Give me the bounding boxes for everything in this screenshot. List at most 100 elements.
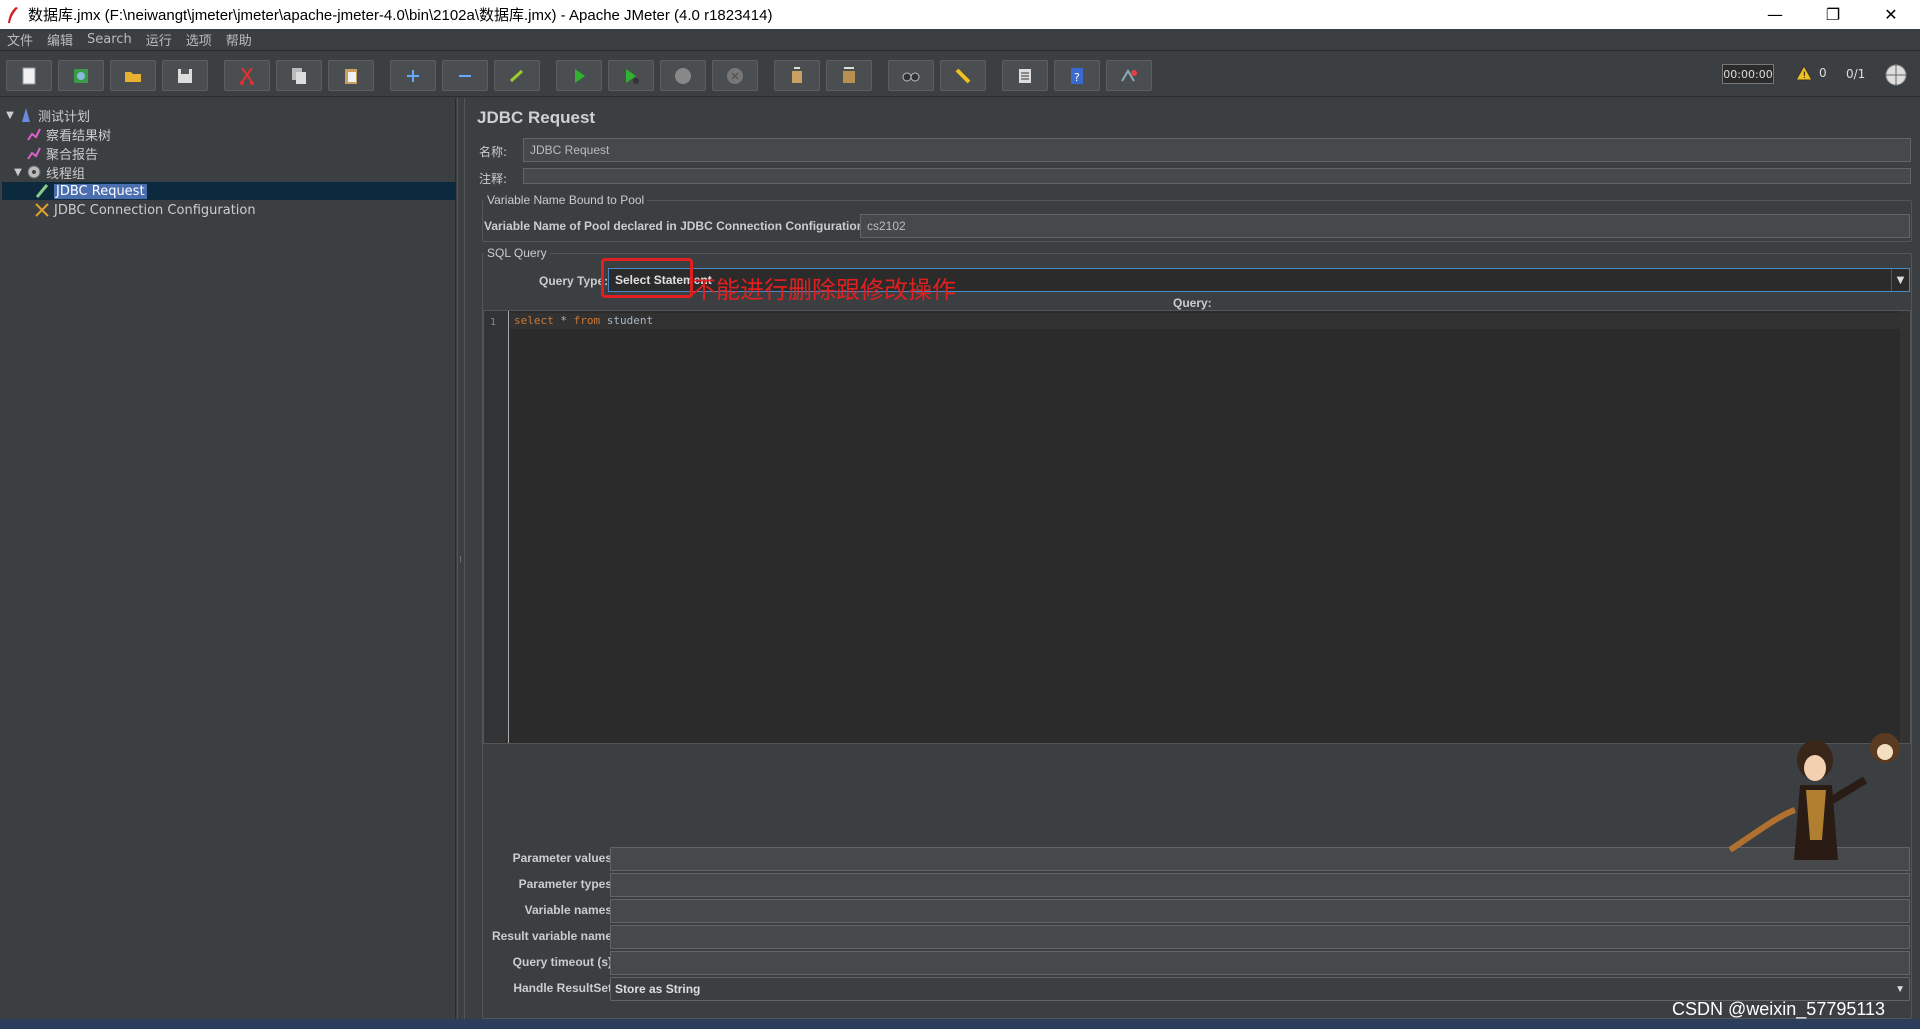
tree-item-thread-group[interactable]: ▼ 线程组 — [12, 163, 86, 182]
menu-help[interactable]: 帮助 — [219, 30, 259, 49]
help-button[interactable]: ? — [1054, 60, 1100, 91]
tree-item-jdbc-connection-config[interactable]: JDBC Connection Configuration — [32, 201, 256, 219]
cut-icon — [240, 66, 254, 85]
warning-count: 0 — [1819, 66, 1827, 80]
handle-resultset-value: Store as String — [615, 982, 701, 996]
csdn-watermark: CSDN @weixin_57795113 — [1672, 999, 1886, 1019]
listener-icon — [27, 147, 41, 160]
clear-button[interactable] — [774, 60, 820, 91]
new-button[interactable] — [6, 60, 52, 91]
expand-all-button[interactable] — [390, 60, 436, 91]
query-editor[interactable]: 1 select * from student — [483, 310, 1911, 744]
variable-names-row: Variable names: — [466, 897, 616, 923]
comment-label: 注释: — [479, 172, 508, 186]
start-button[interactable] — [556, 60, 602, 91]
toggle-button[interactable] — [494, 60, 540, 91]
handle-resultset-row: Handle ResultSet: — [466, 975, 616, 1001]
close-button[interactable]: ✕ — [1862, 0, 1920, 29]
menu-options[interactable]: 选项 — [179, 30, 219, 49]
listener-icon — [27, 128, 41, 141]
tree-item-label: 测试计划 — [38, 109, 91, 125]
new-icon — [22, 67, 36, 84]
query-timeout-field[interactable] — [610, 951, 1910, 975]
editor-scrollbar[interactable] — [1900, 311, 1910, 743]
query-type-label: Query Type: — [539, 274, 609, 288]
comment-field[interactable] — [523, 168, 1911, 184]
warning-indicator[interactable]: ! 0 — [1795, 65, 1827, 81]
start-icon — [575, 68, 585, 83]
minimize-button[interactable]: — — [1746, 0, 1804, 29]
open-button[interactable] — [110, 60, 156, 91]
menu-bar: 文件 编辑 Search 运行 选项 帮助 — [0, 29, 1920, 51]
menu-file[interactable]: 文件 — [0, 30, 40, 49]
editor-gutter: 1 — [484, 311, 509, 743]
split-pane-divider[interactable]: ⁞ — [457, 98, 465, 1019]
tree-item-label: JDBC Connection Configuration — [54, 202, 256, 218]
anime-character-sticker — [1728, 733, 1900, 860]
query-label: Query: — [1173, 296, 1212, 310]
remote-globe-icon[interactable] — [1884, 63, 1908, 87]
tree-item-aggregate-report[interactable]: 聚合报告 — [24, 144, 99, 163]
red-annotation-text: 不能进行删除跟修改操作 — [692, 276, 956, 304]
param-values-label: Parameter values: — [512, 851, 616, 865]
result-variable-field[interactable] — [610, 925, 1910, 949]
save-button[interactable] — [162, 60, 208, 91]
copy-button[interactable] — [276, 60, 322, 91]
paste-icon — [345, 68, 357, 84]
tree-item-label: 察看结果树 — [46, 128, 112, 144]
save-icon — [178, 68, 192, 83]
name-field[interactable]: JDBC Request — [523, 138, 1911, 162]
tree-item-view-results-tree[interactable]: 察看结果树 — [24, 125, 112, 144]
dropdown-arrow-icon[interactable]: ▼ — [1895, 984, 1905, 995]
window-title: 数据库.jmx (F:\neiwangt\jmeter\jmeter\apach… — [28, 7, 773, 24]
menu-search[interactable]: Search — [80, 32, 139, 47]
collapse-all-button[interactable] — [442, 60, 488, 91]
templates-icon — [74, 68, 88, 83]
remote-button[interactable] — [1106, 60, 1152, 91]
templates-button[interactable] — [58, 60, 104, 91]
clear-all-icon — [843, 66, 855, 83]
search-button[interactable] — [888, 60, 934, 91]
param-types-field[interactable] — [610, 873, 1910, 897]
tree-item-jdbc-request[interactable]: JDBC Request — [2, 182, 456, 200]
remote-icon — [1121, 68, 1137, 82]
jmeter-feather-icon — [8, 6, 18, 23]
divider-grip-icon: ⁞ — [459, 555, 462, 565]
pool-name-field[interactable]: cs2102 — [860, 214, 1910, 238]
cut-button[interactable] — [224, 60, 270, 91]
tree-item-test-plan[interactable]: ▼ 测试计划 — [4, 106, 91, 125]
menu-run[interactable]: 运行 — [139, 30, 179, 49]
sampler-icon — [35, 184, 49, 198]
expand-toggle-icon[interactable]: ▼ — [4, 110, 16, 121]
title-bar: 数据库.jmx (F:\neiwangt\jmeter\jmeter\apach… — [0, 0, 1920, 29]
reset-search-icon — [955, 68, 971, 83]
variable-names-field[interactable] — [610, 899, 1910, 923]
handle-resultset-label: Handle ResultSet: — [513, 981, 616, 995]
dropdown-arrow-icon[interactable]: ▼ — [1891, 269, 1909, 291]
stop-icon — [675, 67, 691, 84]
function-helper-button[interactable] — [1002, 60, 1048, 91]
restore-button[interactable]: ❐ — [1804, 0, 1862, 29]
result-variable-row: Result variable name: — [466, 923, 616, 949]
tree-item-label: 线程组 — [46, 166, 86, 182]
svg-text:?: ? — [1074, 71, 1080, 84]
param-values-field[interactable] — [610, 847, 1910, 871]
clear-all-button[interactable] — [826, 60, 872, 91]
shutdown-icon — [727, 67, 743, 84]
menu-edit[interactable]: 编辑 — [40, 30, 80, 49]
variable-names-label: Variable names: — [524, 903, 616, 917]
thread-group-icon — [27, 165, 41, 179]
sql-query-group-title: SQL Query — [484, 246, 550, 260]
warning-icon: ! — [1795, 65, 1813, 81]
handle-resultset-select[interactable]: Store as String ▼ — [610, 977, 1910, 1001]
tree-item-label: 聚合报告 — [46, 147, 99, 163]
expand-toggle-icon[interactable]: ▼ — [12, 167, 24, 178]
pool-label: Variable Name of Pool declared in JDBC C… — [484, 219, 869, 233]
reset-search-button[interactable] — [940, 60, 986, 91]
start-no-pause-button[interactable] — [608, 60, 654, 91]
paste-button[interactable] — [328, 60, 374, 91]
function-helper-icon — [1019, 68, 1031, 83]
toolbar: ? 00:00:00 ! 0 0/1 — [0, 51, 1920, 97]
stop-button[interactable] — [660, 60, 706, 91]
shutdown-button[interactable] — [712, 60, 758, 91]
